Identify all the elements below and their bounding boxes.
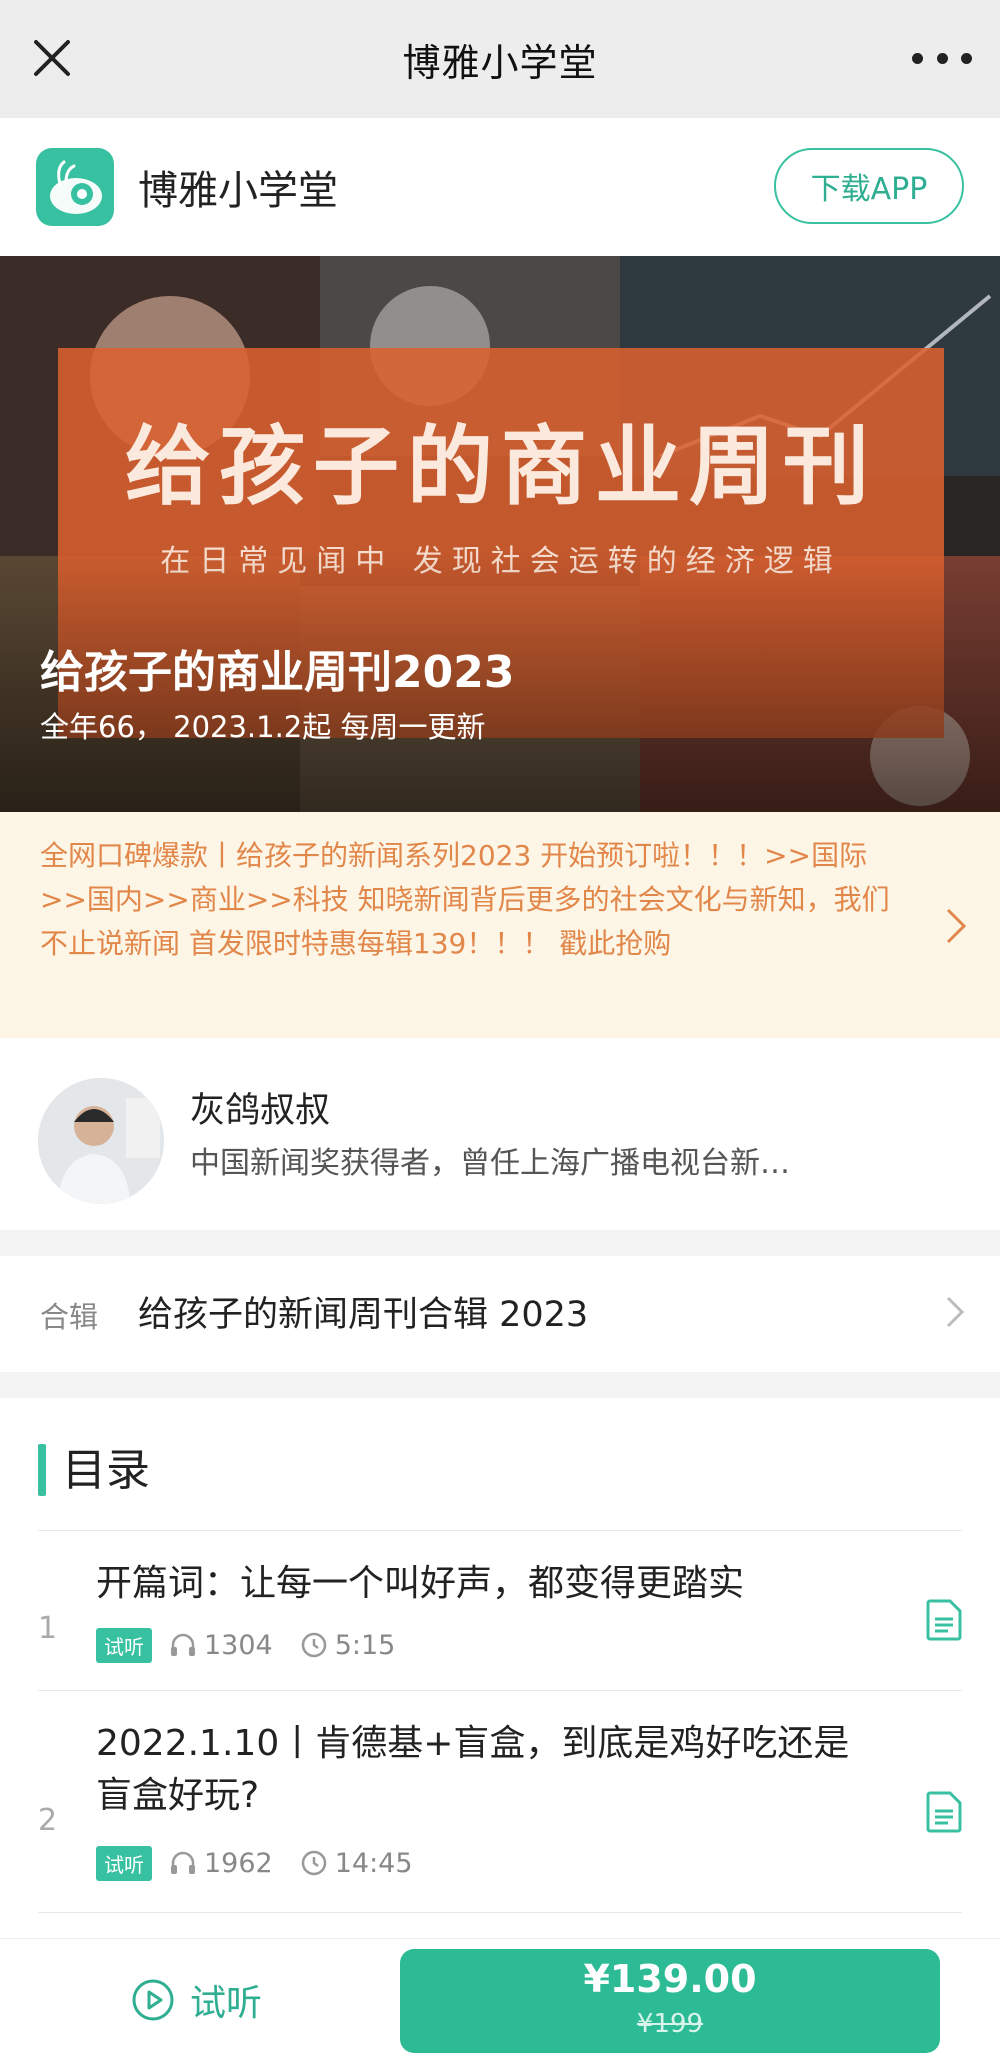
trial-listen-button[interactable]: 试听: [130, 1967, 280, 2033]
chevron-right-icon: [946, 908, 967, 944]
episode-index: 2: [38, 1803, 58, 1838]
trial-badge: 试听: [96, 1627, 152, 1663]
course-banner: 给孩子的商业周刊 在日常见闻中 发现社会运转的经济逻辑 给孩子的商业周刊2023…: [0, 256, 1000, 812]
collection-tag: 合辑: [40, 1300, 99, 1334]
wechat-navbar: 博雅小学堂: [0, 0, 1000, 118]
episode-title: 2022.1.10丨肯德基+盲盒，到底是鸡好吃还是盲盒好玩?: [96, 1723, 850, 1816]
collection-row[interactable]: 合辑 给孩子的新闻周刊合辑 2023: [0, 1256, 1000, 1372]
trial-badge: 试听: [96, 1845, 152, 1881]
collection-name: 给孩子的新闻周刊合辑 2023: [138, 1295, 589, 1335]
bottom-action-bar: 试听 ¥139.00 ¥199: [0, 1938, 1000, 2063]
play-circle-icon: [132, 1979, 174, 2021]
catalog-section: 目录 1 开篇词：让每一个叫好声，都变得更踏实 试听 1304 5:15 2 2…: [0, 1398, 1000, 1938]
section-divider: [0, 1372, 1000, 1398]
episode-title: 开篇词：让每一个叫好声，都变得更踏实: [96, 1563, 745, 1604]
headphones-icon: [171, 1633, 195, 1656]
document-icon[interactable]: [924, 1598, 964, 1642]
duration: 5:15: [334, 1629, 396, 1661]
course-title: 给孩子的商业周刊2023: [40, 647, 515, 698]
chevron-right-icon: [946, 1296, 965, 1328]
download-app-button[interactable]: 下载APP: [774, 148, 964, 224]
catalog-title: 目录: [62, 1445, 150, 1496]
price: ¥139.00: [583, 1957, 757, 2001]
episode-index: 1: [38, 1611, 58, 1646]
author-description: 中国新闻奖获得者，曾任上海广播电视台新…: [190, 1146, 790, 1181]
more-icon[interactable]: [912, 40, 972, 76]
page-title: 博雅小学堂: [402, 40, 598, 85]
app-name: 博雅小学堂: [138, 168, 338, 214]
document-icon[interactable]: [924, 1790, 964, 1834]
author-name: 灰鸽叔叔: [190, 1091, 331, 1131]
avatar: [38, 1078, 164, 1204]
promo-text: 全网口碑爆款丨给孩子的新闻系列2023 开始预订啦！！！>>国际>>国内>>商业…: [40, 839, 890, 960]
headphones-icon: [171, 1851, 195, 1874]
original-price: ¥199: [636, 2009, 704, 2039]
play-count: 1304: [204, 1629, 273, 1661]
duration: 14:45: [334, 1847, 413, 1879]
course-subtitle: 全年66， 2023.1.2起 每周一更新: [40, 710, 486, 744]
author-card[interactable]: 灰鸽叔叔 中国新闻奖获得者，曾任上海广播电视台新…: [0, 1038, 1000, 1230]
clock-icon: [301, 1850, 326, 1876]
section-divider: [0, 1230, 1000, 1256]
clock-icon: [301, 1632, 326, 1658]
buy-button[interactable]: ¥139.00 ¥199: [400, 1949, 940, 2053]
play-count: 1962: [204, 1847, 273, 1879]
app-logo: [36, 148, 114, 226]
promo-notice[interactable]: 全网口碑爆款丨给孩子的新闻系列2023 开始预订啦！！！>>国际>>国内>>商业…: [0, 812, 1000, 1038]
close-icon[interactable]: [28, 34, 76, 82]
trial-label: 试听: [190, 1983, 263, 2024]
app-header: 博雅小学堂 下载APP: [0, 118, 1000, 256]
banner-headline: 给孩子的商业周刊: [125, 416, 877, 517]
